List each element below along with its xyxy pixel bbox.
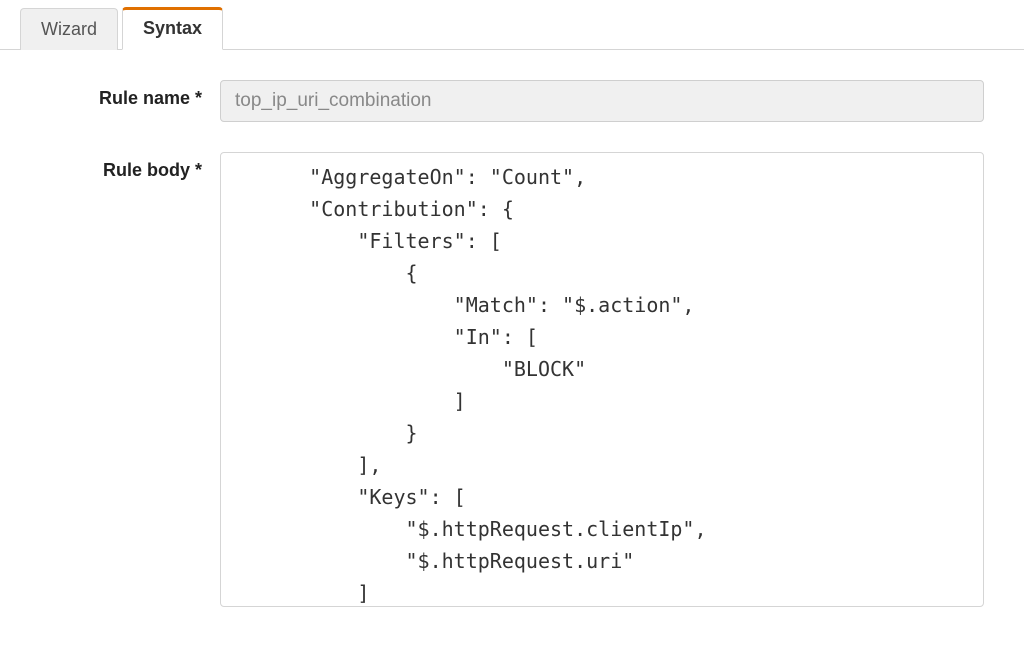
rule-body-row: Rule body * "AggregateOn": "Count", "Con… <box>40 152 984 607</box>
rule-name-input[interactable] <box>220 80 984 122</box>
tab-wizard[interactable]: Wizard <box>20 8 118 50</box>
form-area: Rule name * Rule body * "AggregateOn": "… <box>0 50 1024 607</box>
tab-syntax[interactable]: Syntax <box>122 7 223 50</box>
rule-body-label: Rule body * <box>40 152 220 181</box>
rule-name-row: Rule name * <box>40 80 984 122</box>
tab-bar: Wizard Syntax <box>0 0 1024 50</box>
rule-body-editor[interactable]: "AggregateOn": "Count", "Contribution": … <box>220 152 984 607</box>
rule-name-label: Rule name * <box>40 80 220 109</box>
